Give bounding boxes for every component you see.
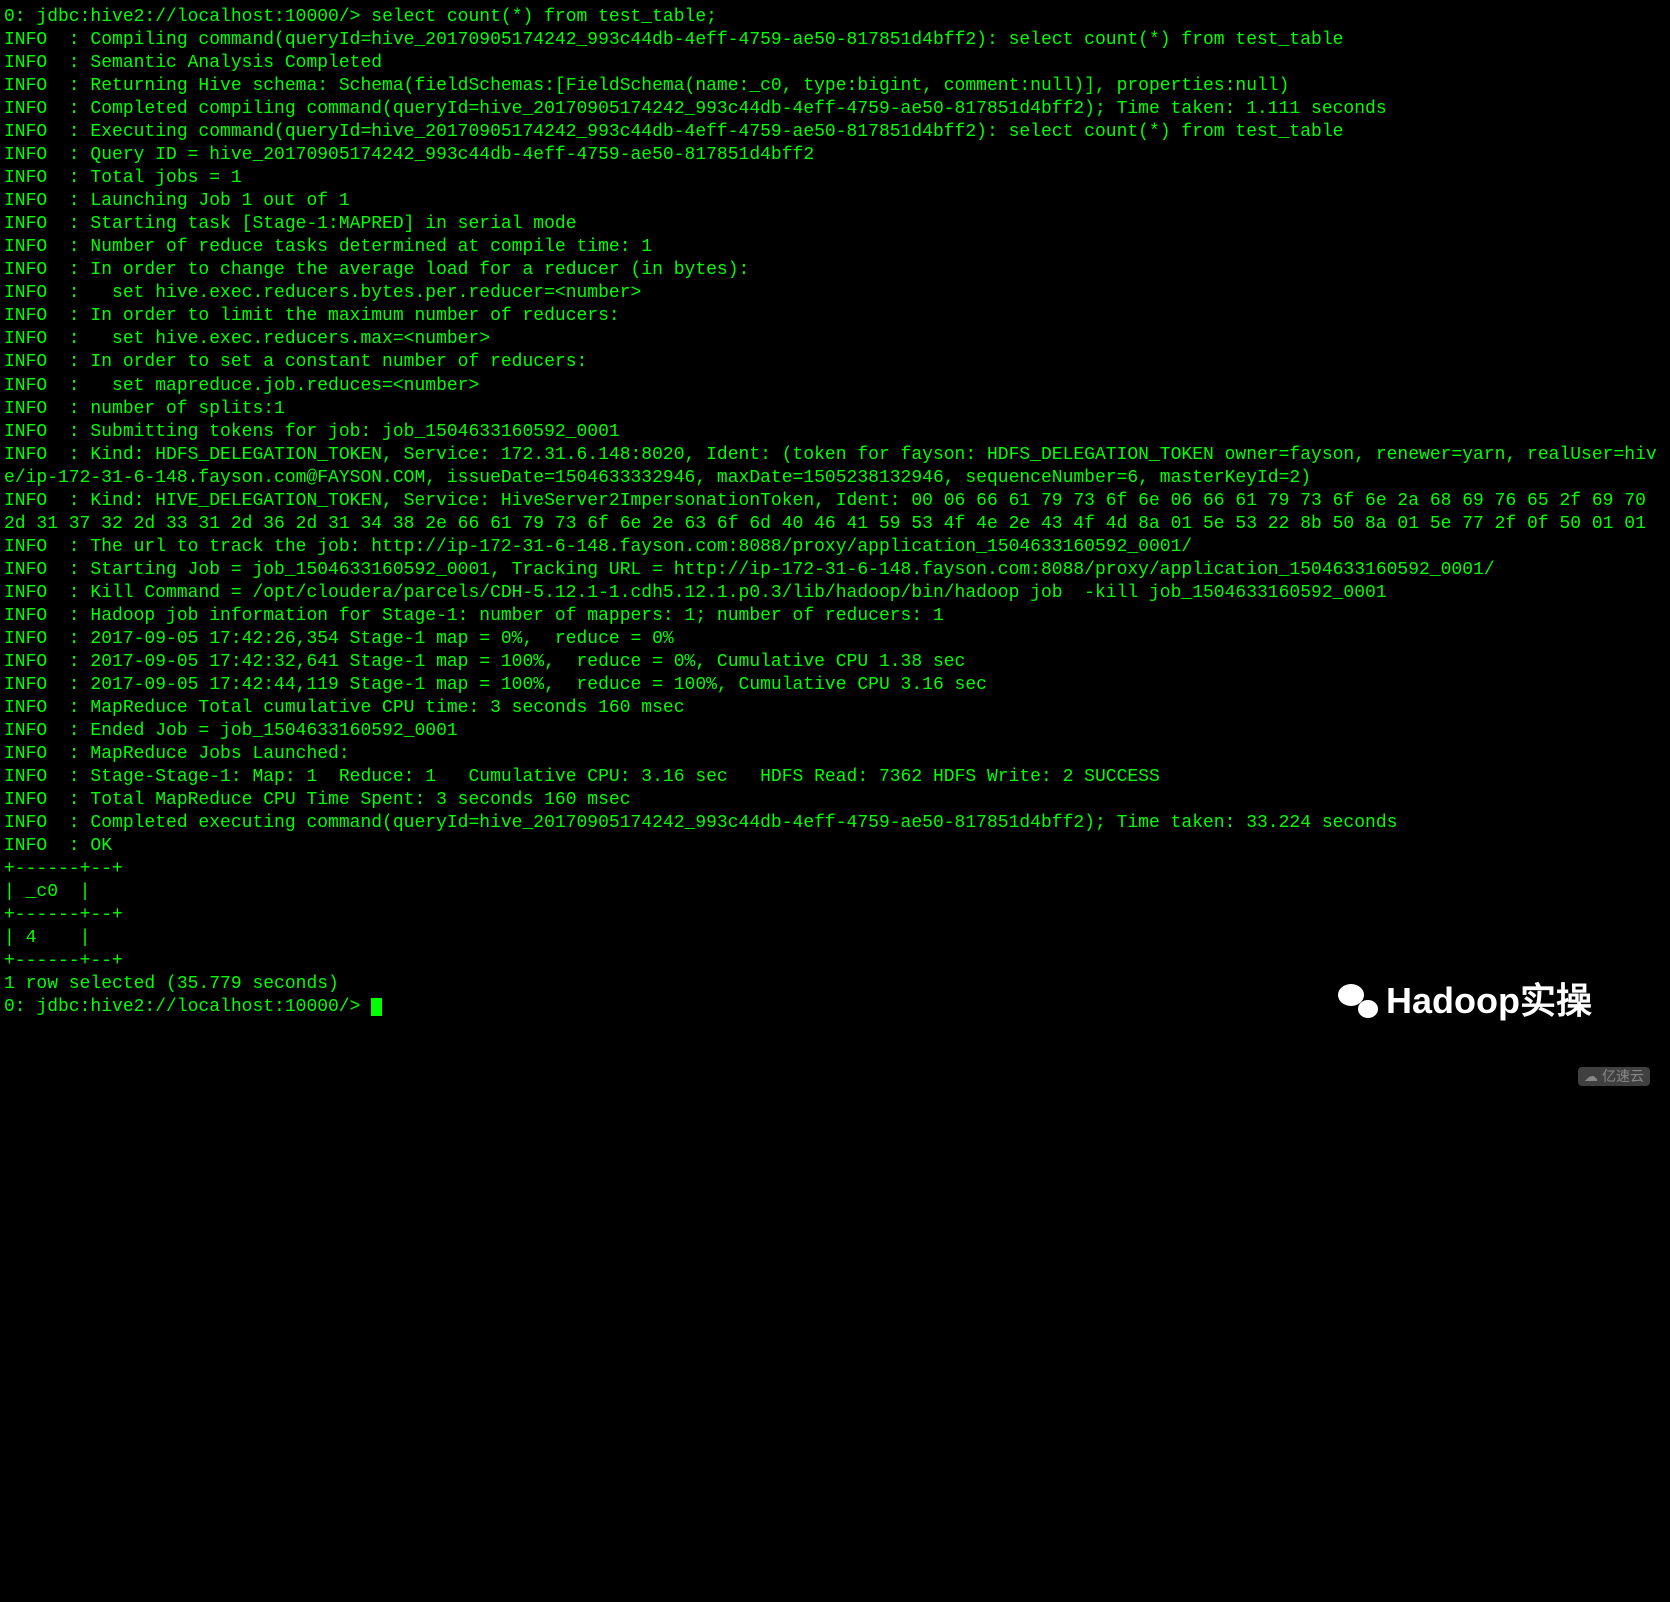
output-line: INFO : MapReduce Jobs Launched: [4,743,1658,766]
output-line: +------+--+ [4,950,1658,973]
prompt: 0: jdbc:hive2://localhost:10000/> [4,997,371,1017]
prompt: 0: jdbc:hive2://localhost:10000/> [4,7,371,27]
output-line: INFO : Kind: HDFS_DELEGATION_TOKEN, Serv… [4,444,1658,490]
output-line: INFO : Kind: HIVE_DELEGATION_TOKEN, Serv… [4,490,1658,536]
output-line: INFO : Compiling command(queryId=hive_20… [4,29,1658,52]
output-line: INFO : Semantic Analysis Completed [4,52,1658,75]
output-line: INFO : Total MapReduce CPU Time Spent: 3… [4,789,1658,812]
output-line: INFO : The url to track the job: http://… [4,536,1658,559]
watermark-text: Hadoop实操 [1386,978,1592,1024]
output-line: INFO : number of splits:1 [4,398,1658,421]
watermark-text-2: 亿速云 [1602,1068,1644,1086]
output-line: INFO : Kill Command = /opt/cloudera/parc… [4,582,1658,605]
output-line: +------+--+ [4,904,1658,927]
output-line: INFO : 2017-09-05 17:42:26,354 Stage-1 m… [4,628,1658,651]
cursor [371,998,382,1016]
command-line: 0: jdbc:hive2://localhost:10000/> select… [4,6,1658,29]
command: select count(*) from test_table; [371,7,717,27]
output-line: INFO : set hive.exec.reducers.bytes.per.… [4,282,1658,305]
output-line: INFO : OK [4,835,1658,858]
output-line: INFO : Total jobs = 1 [4,167,1658,190]
output-line: INFO : 2017-09-05 17:42:32,641 Stage-1 m… [4,651,1658,674]
output-line: INFO : Query ID = hive_20170905174242_99… [4,144,1658,167]
watermark-hadoop: Hadoop实操 [1338,978,1592,1024]
output-line: +------+--+ [4,858,1658,881]
output-line: INFO : Hadoop job information for Stage-… [4,605,1658,628]
output-line: INFO : Completed executing command(query… [4,812,1658,835]
output-line: INFO : In order to limit the maximum num… [4,305,1658,328]
output-line: INFO : Stage-Stage-1: Map: 1 Reduce: 1 C… [4,766,1658,789]
output-line: INFO : 2017-09-05 17:42:44,119 Stage-1 m… [4,674,1658,697]
terminal-output[interactable]: 0: jdbc:hive2://localhost:10000/> select… [0,0,1662,1094]
output-line: INFO : Ended Job = job_1504633160592_000… [4,720,1658,743]
output-line: INFO : Launching Job 1 out of 1 [4,190,1658,213]
output-line: INFO : set mapreduce.job.reduces=<number… [4,375,1658,398]
output-line: | _c0 | [4,881,1658,904]
output-line: INFO : Completed compiling command(query… [4,98,1658,121]
output-line: INFO : Starting task [Stage-1:MAPRED] in… [4,213,1658,236]
cloud-icon: ☁ [1584,1068,1598,1086]
output-line: INFO : In order to change the average lo… [4,259,1658,282]
output-line: INFO : Number of reduce tasks determined… [4,236,1658,259]
output-line: INFO : Returning Hive schema: Schema(fie… [4,75,1658,98]
wechat-icon [1338,984,1378,1018]
output-line: INFO : In order to set a constant number… [4,351,1658,374]
output-line: INFO : set hive.exec.reducers.max=<numbe… [4,328,1658,351]
output-line: INFO : Starting Job = job_1504633160592_… [4,559,1658,582]
output-line: INFO : Submitting tokens for job: job_15… [4,421,1658,444]
output-line: INFO : Executing command(queryId=hive_20… [4,121,1658,144]
watermark-yisu: ☁ 亿速云 [1578,1067,1650,1087]
output-line: | 4 | [4,927,1658,950]
output-line: INFO : MapReduce Total cumulative CPU ti… [4,697,1658,720]
